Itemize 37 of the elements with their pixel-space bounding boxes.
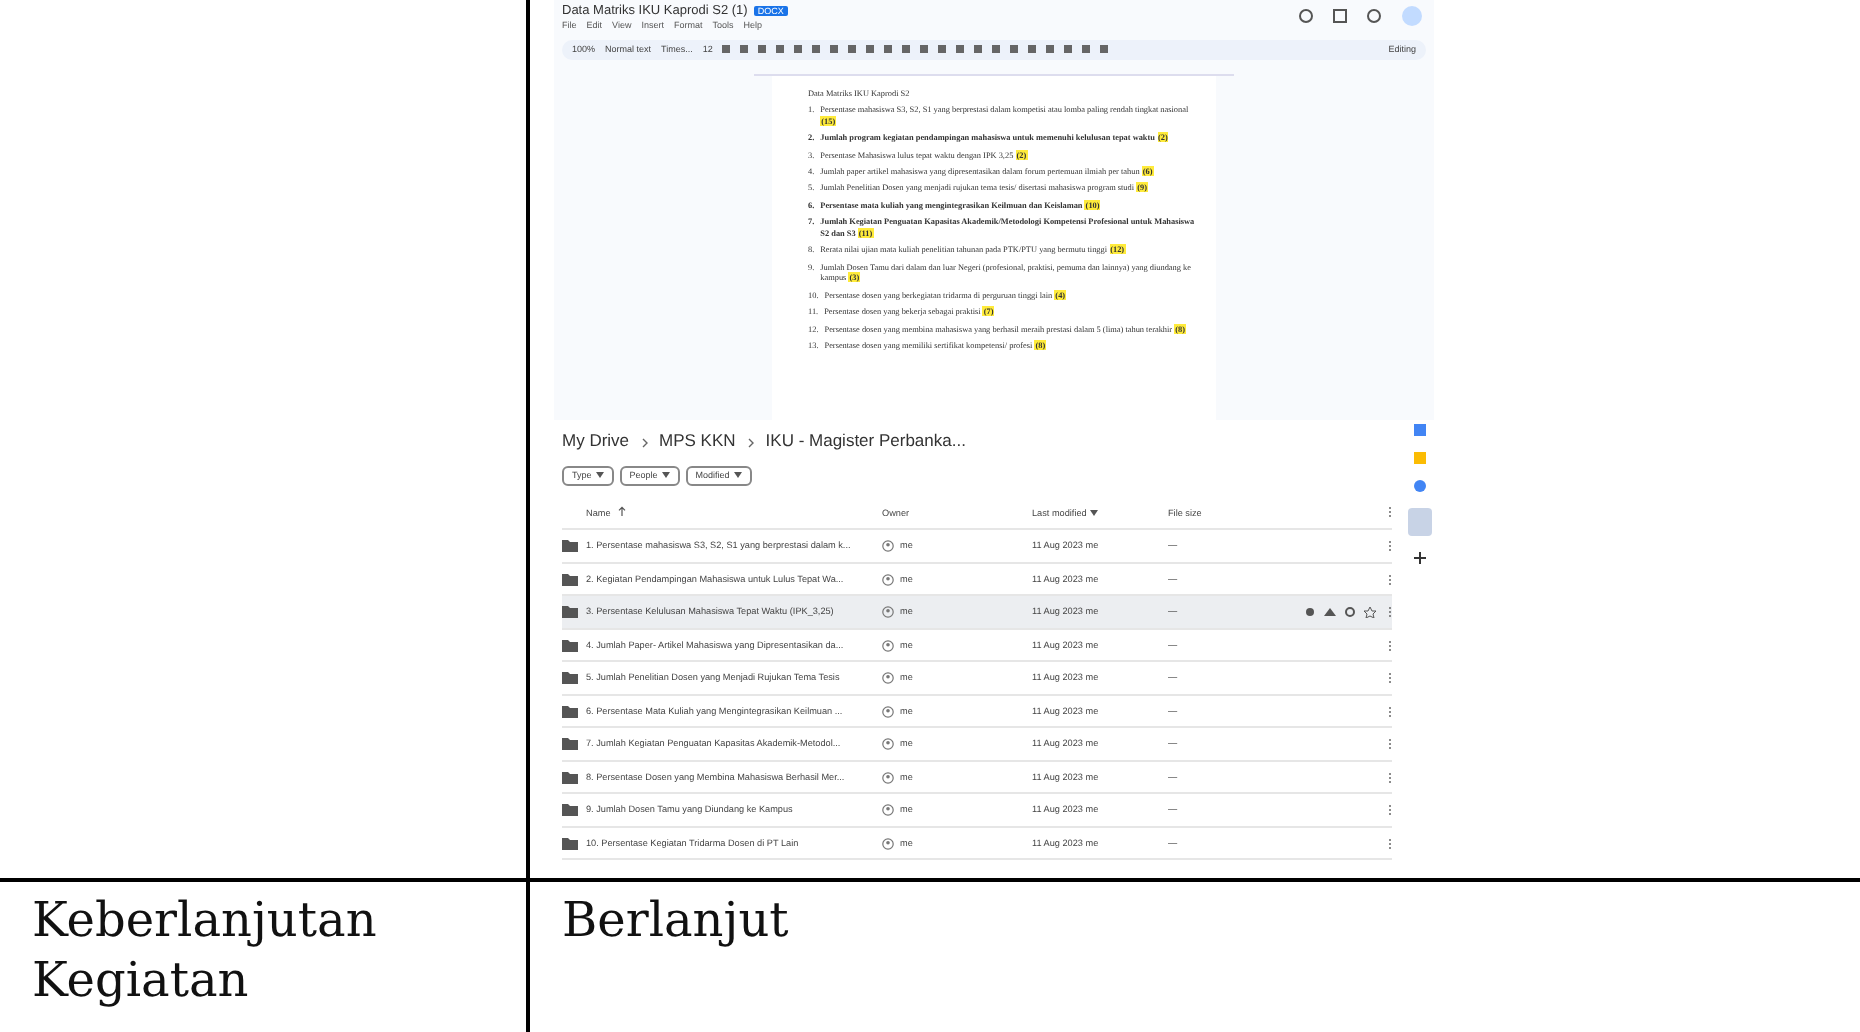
person-icon (882, 771, 894, 784)
person-icon (882, 738, 894, 751)
folder-icon (562, 672, 578, 685)
person-icon (882, 837, 894, 850)
person-icon (882, 804, 894, 817)
person-icon (882, 540, 894, 553)
folder-icon (562, 705, 578, 718)
folder-icon (562, 771, 578, 784)
chevron-icon (747, 437, 754, 447)
person-icon (882, 639, 894, 652)
folder-icon (562, 738, 578, 751)
row-value: Berlanjut (560, 890, 791, 952)
app-icon[interactable] (1413, 480, 1425, 492)
sort-caret-icon (1090, 509, 1099, 516)
person-icon (882, 573, 894, 586)
folder-icon (562, 540, 578, 553)
folder-icon (562, 639, 578, 652)
caret-icon (661, 472, 670, 478)
add-icon[interactable] (1413, 552, 1425, 564)
folder-icon (562, 804, 578, 817)
breadcrumb-link[interactable]: IKU - Magister Perbanka... (765, 430, 966, 454)
row-actions-drawing[interactable] (1304, 606, 1376, 619)
caret-icon (595, 472, 604, 478)
app-icon[interactable] (1413, 452, 1425, 464)
person-icon (882, 672, 894, 685)
person-icon (882, 606, 894, 619)
caret-icon (733, 472, 742, 478)
breadcrumb-link[interactable]: MPS KKN (659, 430, 736, 454)
chevron-icon (641, 437, 648, 447)
folder-icon (562, 606, 578, 619)
row-label: Keberlanjutan Kegiatan (0, 882, 530, 1032)
breadcrumb-link[interactable]: My Drive (562, 430, 630, 454)
app-icon[interactable] (1413, 424, 1425, 436)
person-icon (882, 705, 894, 718)
folder-icon (562, 573, 578, 586)
folder-icon (562, 837, 578, 850)
arrow-up-icon (618, 506, 627, 517)
